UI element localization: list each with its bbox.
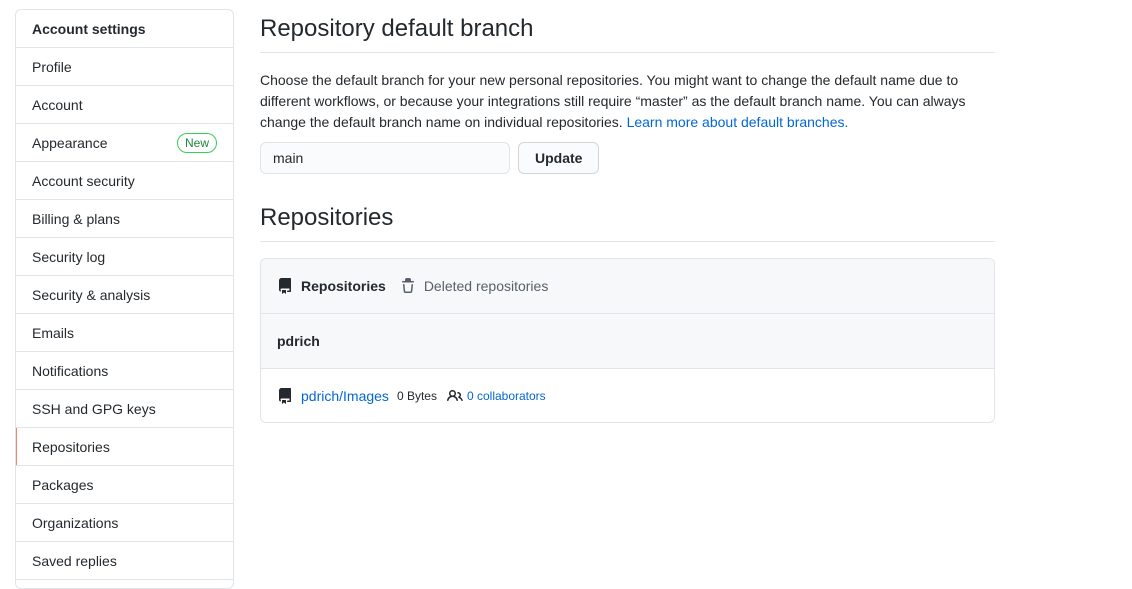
sidebar-item-label: SSH and GPG keys bbox=[32, 400, 156, 417]
sidebar-item-label: Saved replies bbox=[32, 552, 117, 569]
sidebar-item-saved-replies[interactable]: Saved replies bbox=[16, 542, 233, 580]
default-branch-title: Repository default branch bbox=[260, 0, 995, 53]
update-button[interactable]: Update bbox=[518, 142, 600, 174]
sidebar-item-label: Billing & plans bbox=[32, 210, 120, 227]
sidebar-item-profile[interactable]: Profile bbox=[16, 48, 233, 86]
sidebar-item-organizations[interactable]: Organizations bbox=[16, 504, 233, 542]
repo-icon bbox=[277, 387, 293, 404]
sidebar-item-label: Appearance bbox=[32, 134, 108, 151]
sidebar-item-label: Account bbox=[32, 96, 83, 113]
learn-more-link[interactable]: Learn more about default branches. bbox=[627, 114, 849, 130]
sidebar-item-packages[interactable]: Packages bbox=[16, 466, 233, 504]
sidebar-item-security-analysis[interactable]: Security & analysis bbox=[16, 276, 233, 314]
default-branch-input[interactable] bbox=[260, 142, 510, 174]
description-text: Choose the default branch for your new p… bbox=[260, 72, 966, 130]
repositories-tabs: Repositories Deleted repositories bbox=[261, 259, 994, 314]
sidebar-item-account-security[interactable]: Account security bbox=[16, 162, 233, 200]
sidebar-item-appearance[interactable]: Appearance New bbox=[16, 124, 233, 162]
sidebar-item-label: Emails bbox=[32, 324, 75, 341]
sidebar-item-notifications[interactable]: Notifications bbox=[16, 352, 233, 390]
sidebar-item-label: Security & analysis bbox=[32, 286, 151, 303]
settings-sidebar: Account settings Profile Account Appeara… bbox=[15, 9, 234, 589]
sidebar-item-label: Profile bbox=[32, 58, 72, 75]
tab-deleted-label: Deleted repositories bbox=[423, 278, 549, 294]
sidebar-item-label: Notifications bbox=[32, 362, 109, 379]
repo-icon bbox=[277, 278, 293, 294]
repository-owner: pdrich bbox=[261, 314, 994, 369]
default-branch-description: Choose the default branch for your new p… bbox=[260, 70, 980, 133]
collaborators-link[interactable]: 0 collaborators bbox=[467, 389, 546, 403]
sidebar-item-label: Account security bbox=[32, 172, 135, 189]
repo-link[interactable]: pdrich/Images bbox=[301, 388, 389, 404]
sidebar-item-ssh-gpg[interactable]: SSH and GPG keys bbox=[16, 390, 233, 428]
tab-repositories[interactable]: Repositories bbox=[277, 278, 386, 294]
repo-size: 0 Bytes bbox=[396, 388, 437, 403]
sidebar-item-billing[interactable]: Billing & plans bbox=[16, 200, 233, 238]
repositories-box: Repositories Deleted repositories pdrich… bbox=[260, 258, 995, 423]
collaborators: 0 collaborators bbox=[447, 388, 546, 404]
sidebar-item-security-log[interactable]: Security log bbox=[16, 238, 233, 276]
sidebar-header: Account settings bbox=[16, 10, 233, 48]
sidebar-item-account[interactable]: Account bbox=[16, 86, 233, 124]
tab-deleted-repositories[interactable]: Deleted repositories bbox=[400, 278, 549, 294]
repositories-title: Repositories bbox=[260, 197, 995, 242]
trash-icon bbox=[400, 278, 416, 294]
default-branch-form: Update bbox=[260, 142, 995, 174]
people-icon bbox=[447, 388, 463, 404]
sidebar-item-label: Repositories bbox=[32, 438, 110, 455]
new-badge: New bbox=[176, 132, 217, 153]
sidebar-item-repositories[interactable]: Repositories bbox=[16, 428, 233, 466]
tab-repositories-label: Repositories bbox=[301, 278, 386, 294]
main-content: Repository default branch Choose the def… bbox=[260, 0, 995, 423]
sidebar-item-emails[interactable]: Emails bbox=[16, 314, 233, 352]
list-item: pdrich/Images 0 Bytes 0 collaborators bbox=[261, 369, 994, 422]
sidebar-item-label: Organizations bbox=[32, 514, 119, 531]
sidebar-item-label: Security log bbox=[32, 248, 106, 265]
sidebar-item-label: Packages bbox=[32, 476, 94, 493]
